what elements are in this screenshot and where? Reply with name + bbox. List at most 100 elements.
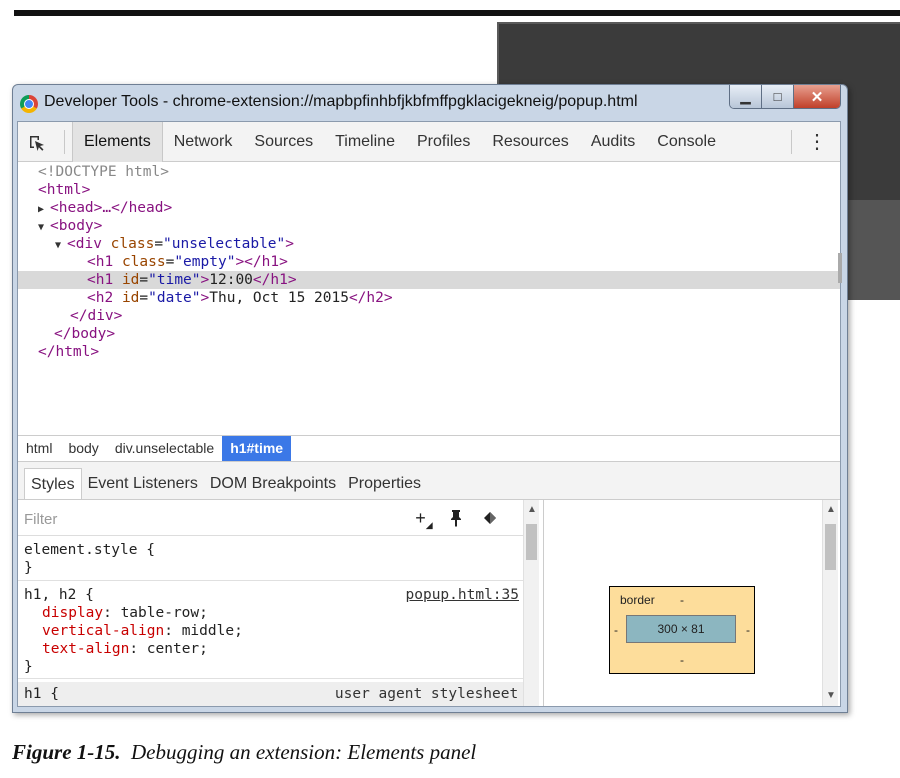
h1-time-close: </h1> — [252, 272, 297, 288]
content-size-value: 300 × 81 — [657, 622, 705, 636]
tab-resources[interactable]: Resources — [481, 122, 579, 162]
dom-node-div[interactable]: ▼ <div class="unselectable"> — [18, 235, 840, 253]
h2-date-attr: id — [121, 290, 140, 306]
breadcrumb-div[interactable]: div.unselectable — [107, 436, 222, 461]
h1-time-attr: id — [121, 272, 140, 288]
inspect-element-icon[interactable] — [28, 134, 46, 152]
box-model-border[interactable]: border - - - - 300 × 81 — [609, 586, 755, 674]
html-close-tag: </html> — [38, 344, 100, 360]
pin-icon[interactable] — [446, 508, 466, 528]
h2-date-open: <h2 — [87, 290, 114, 306]
tab-profiles[interactable]: Profiles — [406, 122, 481, 162]
panel-tabs: Elements Network Sources Timeline Profil… — [72, 122, 727, 162]
dom-node-body-close[interactable]: </body> — [18, 325, 840, 343]
breadcrumb-html[interactable]: html — [18, 436, 60, 461]
h1-user-agent-rule[interactable]: h1 {user agent stylesheet ▼ — [18, 682, 533, 706]
tab-properties[interactable]: Properties — [342, 468, 427, 499]
styles-filter-input[interactable] — [24, 508, 404, 530]
tab-event-listeners[interactable]: Event Listeners — [82, 468, 204, 499]
figure-caption-text: Debugging an extension: Elements panel — [131, 740, 477, 764]
metrics-pane: border - - - - 300 × 81 ▲ ▼ — [545, 500, 840, 706]
body-close-tag: </body> — [54, 326, 116, 342]
dom-node-doctype[interactable]: <!DOCTYPE html> — [18, 163, 840, 181]
dom-node-html[interactable]: <html> — [18, 181, 840, 199]
h1-h2-selector: h1, h2 { — [24, 587, 94, 603]
tab-network[interactable]: Network — [163, 122, 244, 162]
user-agent-source-text: user agent stylesheet — [334, 686, 519, 702]
h1-h2-rule-close: } — [24, 659, 33, 675]
metrics-scrollbar[interactable]: ▲ ▼ — [822, 500, 838, 706]
css-property-value: table-row; — [120, 605, 208, 621]
dom-node-body[interactable]: ▼ <body> — [18, 217, 840, 235]
element-style-selector: element.style { — [24, 542, 155, 558]
h2-date-close: </h2> — [348, 290, 393, 306]
breadcrumb-body[interactable]: body — [60, 436, 106, 461]
dom-node-h1-empty[interactable]: <h1 class="empty"></h1> — [18, 253, 840, 271]
maximize-button[interactable]: □ — [762, 85, 794, 108]
css-declaration[interactable]: vertical-align: middle; — [18, 622, 523, 640]
css-declaration[interactable]: display: table-row; — [18, 604, 523, 622]
dom-node-h2-date[interactable]: <h2 id="date">Thu, Oct 15 2015</h2> — [18, 289, 840, 307]
html-open-tag: <html> — [38, 182, 91, 198]
tab-dom-breakpoints[interactable]: DOM Breakpoints — [204, 468, 342, 499]
css-property-name: vertical-align — [42, 623, 165, 639]
dom-node-head[interactable]: ▶ <head>…</head> — [18, 199, 840, 217]
div-attr-value: "unselectable" — [163, 236, 286, 252]
css-property-value: center; — [146, 641, 208, 657]
minimize-button[interactable]: ▁ — [730, 85, 762, 108]
tab-audits[interactable]: Audits — [580, 122, 646, 162]
dom-tree: <!DOCTYPE html> <html> ▶ <head>…</head> ▼… — [18, 163, 842, 435]
styles-scrollbar-thumb[interactable] — [526, 524, 537, 560]
chrome-logo-icon — [20, 95, 38, 113]
tab-styles[interactable]: Styles — [24, 468, 82, 499]
h1-empty-close: ></h1> — [235, 254, 288, 270]
new-style-rule-icon[interactable]: +◢ — [414, 508, 434, 530]
div-tag-open: <div — [67, 236, 102, 252]
scroll-down-arrow-icon[interactable]: ▼ — [823, 688, 839, 704]
box-model-content[interactable]: 300 × 81 — [626, 615, 736, 643]
css-property-name: text-align — [42, 641, 130, 657]
border-right-value[interactable]: - — [746, 623, 750, 637]
dom-node-div-close[interactable]: </div> — [18, 307, 840, 325]
border-bottom-value[interactable]: - — [680, 653, 684, 667]
styles-scrollbar[interactable]: ▲ — [523, 500, 539, 706]
h1-h2-rule[interactable]: h1, h2 { popup.html:35 display: table-row… — [18, 586, 523, 676]
dom-scrollbar-thumb[interactable] — [838, 253, 842, 283]
tab-sources[interactable]: Sources — [243, 122, 324, 162]
dom-node-h1-time[interactable]: <h1 id="time">12:00</h1> — [18, 271, 840, 289]
h1-selector: h1 { — [24, 686, 59, 702]
breadcrumb-h1-time[interactable]: h1#time — [222, 436, 292, 461]
metrics-scrollbar-thumb[interactable] — [825, 524, 836, 570]
devtools-window: Developer Tools - chrome-extension://map… — [12, 84, 848, 713]
css-property-name: display — [42, 605, 104, 621]
styles-pane: +◢ element.style { } h1, h2 { popup.html:… — [18, 500, 544, 706]
scroll-up-arrow-icon[interactable]: ▲ — [823, 502, 839, 518]
css-property-value: middle; — [181, 623, 243, 639]
css-declaration[interactable]: text-align: center; — [18, 640, 523, 658]
figure-number: Figure 1-15. — [12, 740, 121, 764]
box-model-border-label: border — [620, 593, 655, 607]
h2-date-value: "date" — [148, 290, 201, 306]
toggle-element-state-icon[interactable] — [480, 508, 500, 528]
div-attr-name: class — [110, 236, 155, 252]
scroll-up-arrow-icon[interactable]: ▲ — [524, 502, 540, 518]
h1-empty-attr: class — [121, 254, 166, 270]
window-title: Developer Tools - chrome-extension://map… — [44, 93, 638, 110]
tab-console[interactable]: Console — [646, 122, 727, 162]
dom-node-html-close[interactable]: </html> — [18, 343, 840, 361]
border-left-value[interactable]: - — [614, 623, 618, 637]
title-bar[interactable]: Developer Tools - chrome-extension://map… — [13, 85, 847, 121]
more-options-icon[interactable]: ⋮ — [807, 132, 827, 152]
div-close-tag: </div> — [70, 308, 123, 324]
tab-timeline[interactable]: Timeline — [324, 122, 406, 162]
filter-row: +◢ — [18, 500, 523, 536]
element-style-close: } — [24, 560, 33, 576]
close-button[interactable]: ✕ — [794, 85, 840, 108]
h1-time-open: <h1 — [87, 272, 114, 288]
devtools-content: Elements Network Sources Timeline Profil… — [17, 121, 842, 707]
tab-elements[interactable]: Elements — [72, 122, 163, 162]
page-top-rule — [14, 10, 900, 16]
border-top-value[interactable]: - — [680, 593, 684, 607]
element-style-rule[interactable]: element.style { } — [18, 541, 523, 577]
popup-html-source-link[interactable]: popup.html:35 — [406, 586, 520, 604]
